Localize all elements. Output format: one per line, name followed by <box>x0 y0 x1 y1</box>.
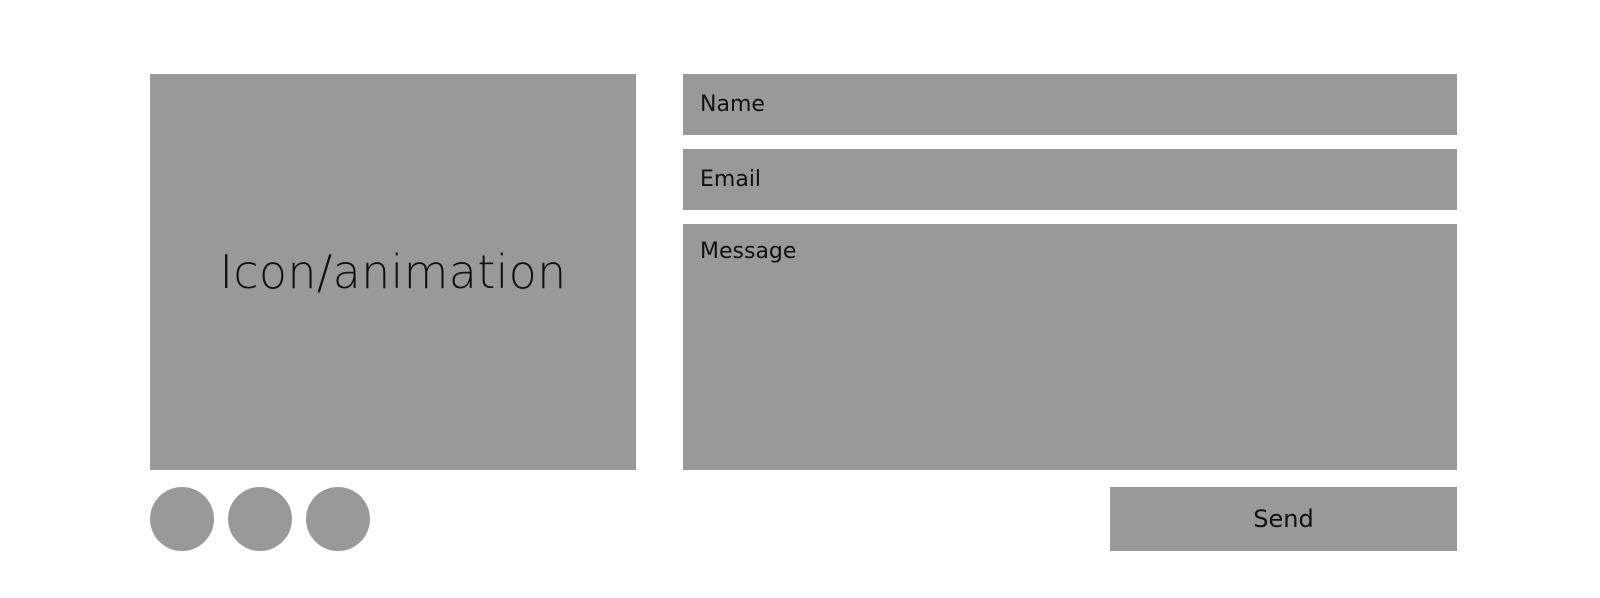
name-field[interactable] <box>683 74 1457 135</box>
social-icon-1[interactable] <box>150 487 214 551</box>
send-button[interactable]: Send <box>1110 487 1457 551</box>
social-icon-3[interactable] <box>306 487 370 551</box>
social-icon-2[interactable] <box>228 487 292 551</box>
message-field[interactable] <box>683 224 1457 470</box>
icon-animation-label: Icon/animation <box>219 245 567 299</box>
email-field[interactable] <box>683 149 1457 210</box>
send-button-label: Send <box>1253 505 1314 533</box>
contact-page: Icon/animation Send <box>0 0 1600 598</box>
icon-animation-placeholder: Icon/animation <box>150 74 636 470</box>
